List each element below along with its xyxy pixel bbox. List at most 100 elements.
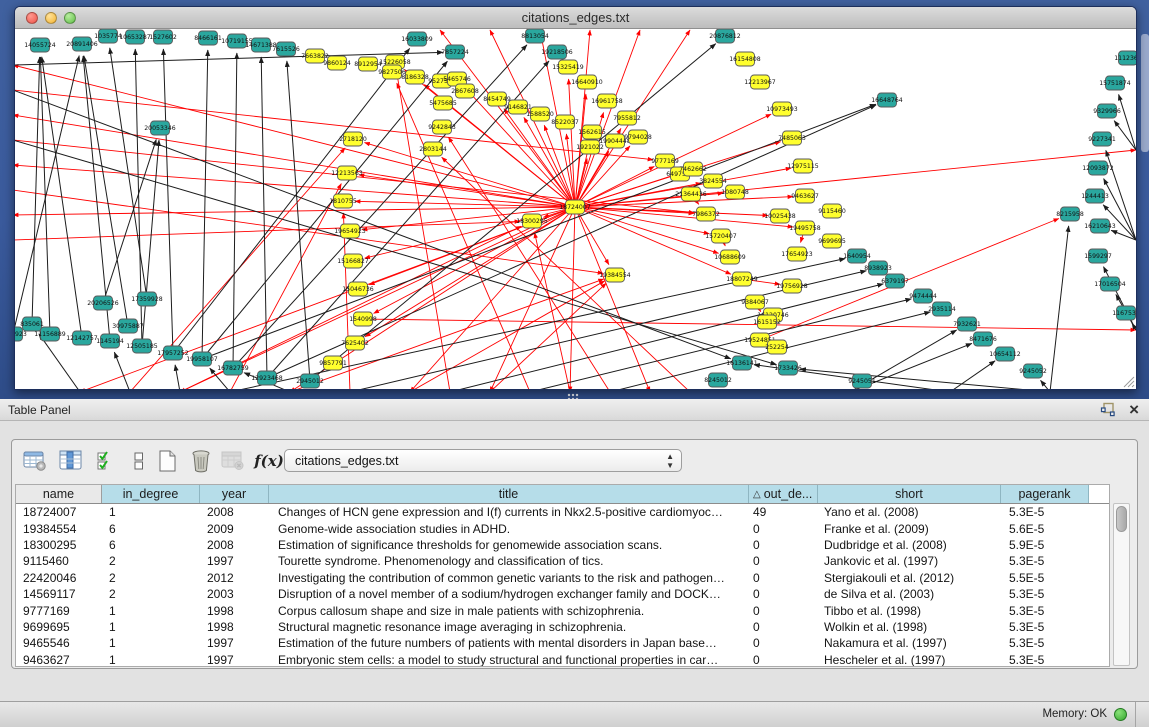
cell-title[interactable]: Genome-wide association studies in ADHD. [269, 522, 749, 536]
cell-title[interactable]: Embryonic stem cells: a model to study s… [269, 653, 749, 667]
column-header-in_degree[interactable]: in_degree [102, 485, 200, 503]
cell-year[interactable]: 1997 [200, 554, 269, 568]
graph-node[interactable]: 9474444 [909, 289, 937, 303]
cell-pagerank[interactable]: 5.3E-5 [1001, 554, 1089, 568]
cell-pagerank[interactable]: 5.3E-5 [1001, 505, 1089, 519]
column-header-pagerank[interactable]: pagerank [1001, 485, 1089, 503]
cell-in_degree[interactable]: 2 [102, 571, 200, 585]
graph-node[interactable]: 2867608 [451, 84, 479, 98]
graph-node[interactable]: 20876812 [709, 29, 741, 43]
cell-year[interactable]: 2008 [200, 538, 269, 552]
column-header-year[interactable]: year [200, 485, 269, 503]
graph-node[interactable]: 15751874 [1099, 76, 1131, 90]
graph-node[interactable]: 2803144 [419, 142, 447, 156]
cell-pagerank[interactable]: 5.3E-5 [1001, 636, 1089, 650]
graph-node[interactable]: 16961758 [591, 94, 623, 108]
cell-pagerank[interactable]: 5.3E-5 [1001, 620, 1089, 634]
graph-node[interactable]: 7857224 [441, 45, 469, 59]
cell-pagerank[interactable]: 5.5E-5 [1001, 571, 1089, 585]
graph-node[interactable]: 7932621 [953, 317, 981, 331]
graph-node[interactable]: 6379197 [881, 274, 909, 288]
cell-title[interactable]: Tourette syndrome. Phenomenology and cla… [269, 554, 749, 568]
graph-node[interactable]: 1145194 [96, 334, 124, 348]
graph-node[interactable]: 8245012 [704, 373, 732, 387]
graph-node[interactable]: 15325419 [552, 60, 584, 74]
cell-title[interactable]: Corpus callosum shape and size in male p… [269, 604, 749, 618]
table-row[interactable]: 946554611997Estimation of the future num… [16, 635, 1109, 651]
graph-node[interactable]: 9857791 [319, 356, 347, 370]
graph-edge[interactable] [1119, 94, 1136, 150]
graph-node[interactable]: 12975115 [787, 159, 819, 173]
graph-node[interactable]: 9227341 [1088, 132, 1116, 146]
cell-title[interactable]: Estimation of the future numbers of pati… [269, 636, 749, 650]
graph-edge[interactable] [175, 365, 180, 389]
graph-edge[interactable] [410, 281, 605, 389]
graph-node[interactable]: 7955812 [613, 111, 641, 125]
graph-node[interactable]: 12213967 [744, 75, 776, 89]
graph-node[interactable]: 15166827 [337, 254, 369, 268]
graph-node[interactable]: 17957252 [157, 346, 189, 360]
graph-edge[interactable] [15, 207, 575, 215]
table-row[interactable]: 1456911722003Disruption of a novel membe… [16, 586, 1109, 602]
graph-edge[interactable] [84, 56, 128, 326]
graph-node[interactable]: 8471676 [969, 332, 997, 346]
graph-edge[interactable] [760, 219, 1059, 340]
cell-short[interactable]: Yano et al. (2008) [818, 505, 1001, 519]
row-height-icon[interactable] [124, 446, 154, 476]
cell-name[interactable]: 14569117 [16, 587, 102, 601]
cell-short[interactable]: Tibbo et al. (1998) [818, 604, 1001, 618]
cell-short[interactable]: Wolkin et al. (1998) [818, 620, 1001, 634]
graph-node[interactable]: 1588520 [526, 107, 554, 121]
graph-node[interactable]: 19384554 [599, 268, 631, 282]
show-column-icon[interactable] [56, 446, 86, 476]
graph-edge[interactable] [40, 57, 50, 334]
cell-in_degree[interactable]: 1 [102, 604, 200, 618]
graph-node[interactable]: 1640954 [843, 249, 871, 263]
graph-node[interactable]: 2935114 [928, 302, 956, 316]
network-window-titlebar[interactable]: citations_edges.txt [15, 7, 1136, 29]
graph-node[interactable]: 9860124 [323, 56, 351, 70]
graph-node[interactable]: 9463627 [791, 189, 819, 203]
cell-pagerank[interactable]: 5.3E-5 [1001, 604, 1089, 618]
graph-edge[interactable] [397, 83, 530, 389]
cell-name[interactable]: 9463627 [16, 653, 102, 667]
cell-name[interactable]: 18724007 [16, 505, 102, 519]
cell-short[interactable]: Franke et al. (2009) [818, 522, 1001, 536]
graph-edge[interactable] [1114, 121, 1136, 150]
cell-year[interactable]: 1998 [200, 620, 269, 634]
cell-in_degree[interactable]: 1 [102, 636, 200, 650]
graph-node[interactable]: 19218506 [541, 45, 573, 59]
column-header-out_degree[interactable]: △out_de... [749, 485, 818, 503]
cell-out_degree[interactable]: 49 [749, 505, 818, 519]
cell-year[interactable]: 2009 [200, 522, 269, 536]
graph-edge[interactable] [42, 57, 82, 338]
graph-node[interactable]: 9245051 [848, 374, 876, 388]
graph-node[interactable]: 7485063 [778, 131, 806, 145]
select-all-icon[interactable] [92, 446, 122, 476]
graph-node[interactable]: 20891406 [66, 37, 98, 51]
graph-node[interactable]: 8215958 [1056, 207, 1084, 221]
cell-pagerank[interactable]: 5.9E-5 [1001, 538, 1089, 552]
cell-out_degree[interactable]: 0 [749, 554, 818, 568]
graph-node[interactable]: 16154808 [729, 52, 761, 66]
graph-node[interactable]: 1167531 [1112, 306, 1136, 320]
cell-title[interactable]: Disruption of a novel member of a sodium… [269, 587, 749, 601]
cell-out_degree[interactable]: 0 [749, 587, 818, 601]
graph-node[interactable]: 7462662 [679, 162, 707, 176]
cell-name[interactable]: 19384554 [16, 522, 102, 536]
table-selector[interactable]: citations_edges.txt ▲▼ [284, 449, 682, 472]
cell-name[interactable]: 9699695 [16, 620, 102, 634]
cell-in_degree[interactable]: 6 [102, 522, 200, 536]
float-panel-icon[interactable] [1100, 402, 1117, 418]
graph-edge[interactable] [569, 79, 575, 207]
cell-out_degree[interactable]: 0 [749, 653, 818, 667]
function-builder-icon[interactable]: f(x) [254, 446, 284, 476]
cell-short[interactable]: Jankovic et al. (1997) [818, 554, 1001, 568]
graph-edge[interactable] [575, 207, 793, 227]
cell-year[interactable]: 1998 [200, 604, 269, 618]
graph-edge[interactable] [15, 115, 575, 207]
graph-node[interactable]: 9699695 [818, 234, 846, 248]
graph-edge[interactable] [1041, 380, 1050, 389]
graph-node[interactable]: 9245052 [1019, 364, 1047, 378]
table-mode-icon[interactable] [20, 446, 50, 476]
